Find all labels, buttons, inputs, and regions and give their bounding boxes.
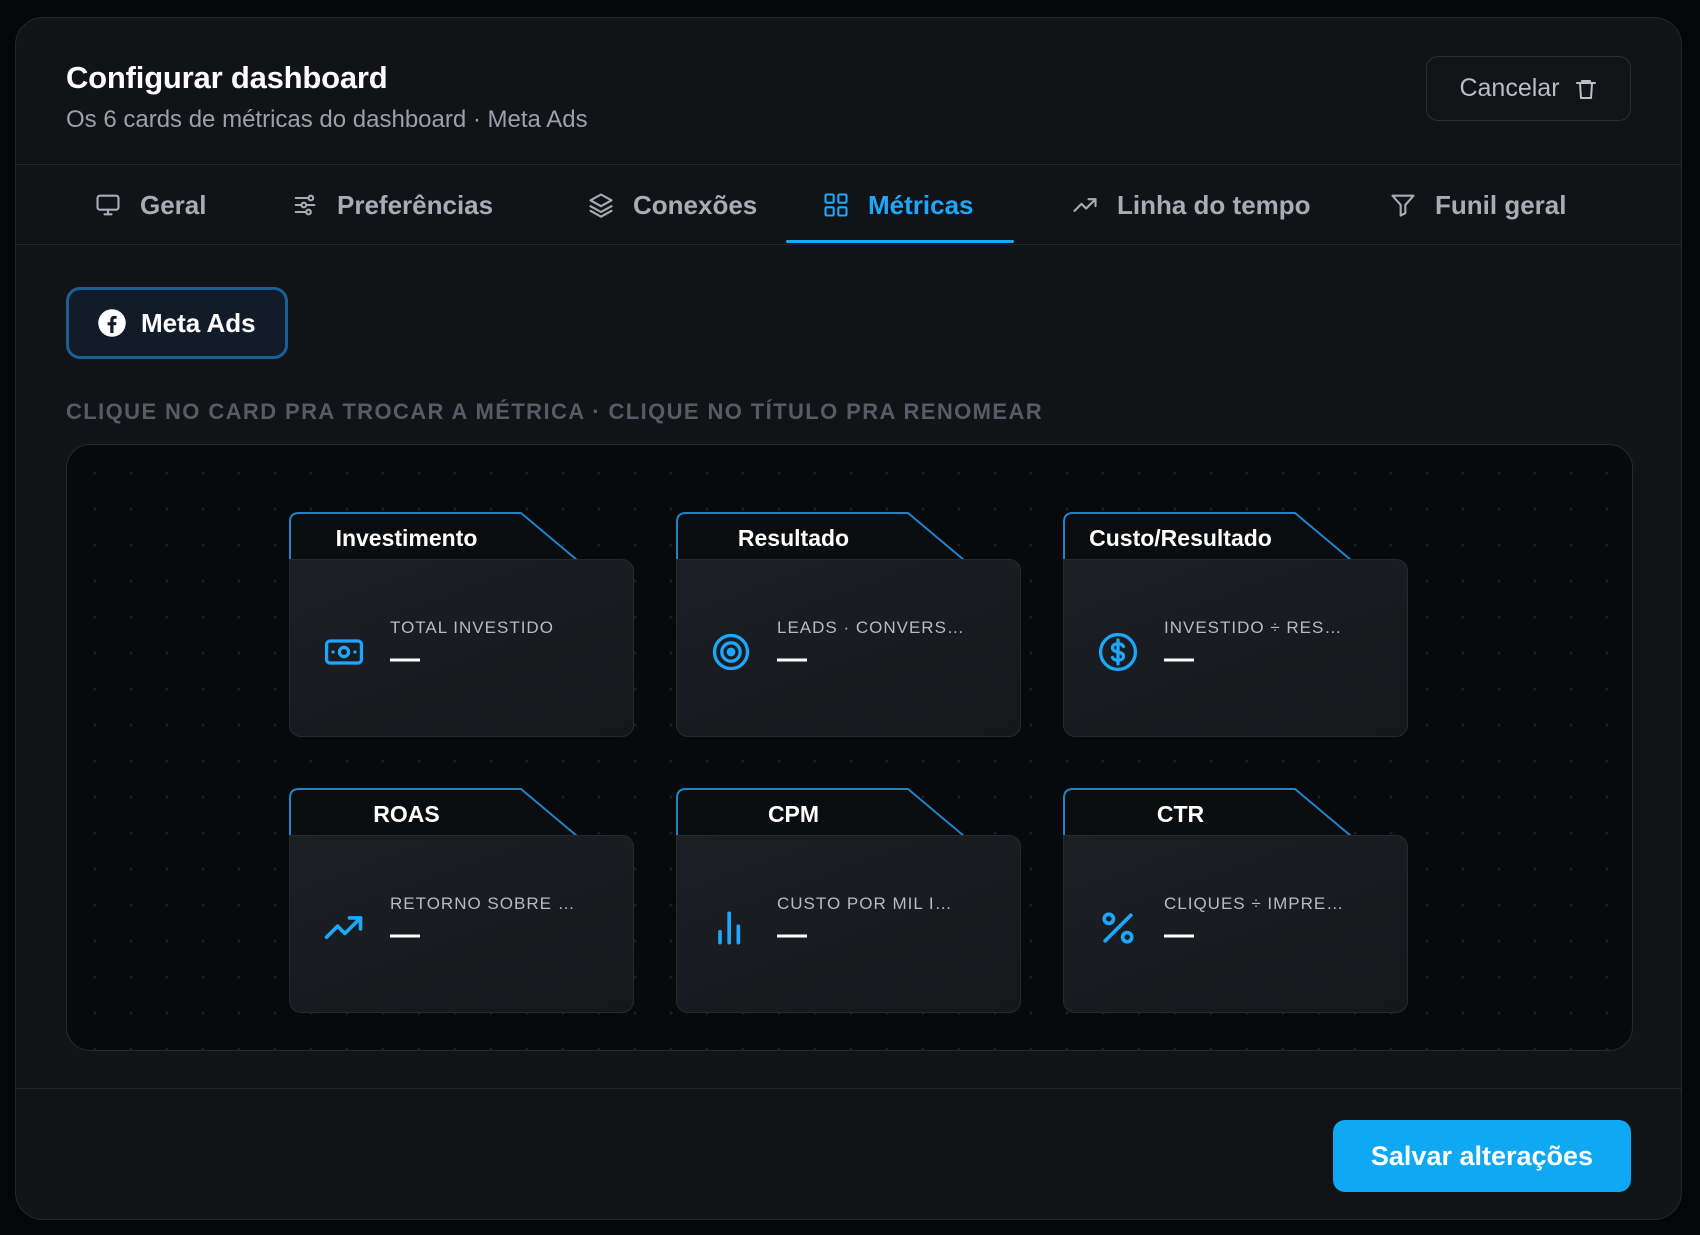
percent-icon bbox=[1096, 906, 1140, 950]
trending-up-icon bbox=[1073, 198, 1097, 212]
metric-label: CLIQUES ÷ IMPRE… bbox=[1164, 894, 1345, 913]
monitor-icon bbox=[96, 194, 120, 216]
card-body: TOTAL INVESTIDO — bbox=[289, 559, 634, 737]
card-title[interactable]: CTR bbox=[1063, 788, 1298, 836]
tab-label: Conexões bbox=[633, 189, 758, 220]
tab-preferencias[interactable]: Preferências bbox=[291, 165, 493, 245]
trash-icon bbox=[1575, 79, 1596, 99]
card-body: RETORNO SOBRE … — bbox=[289, 835, 634, 1013]
metric-card-ctr[interactable]: CTR CLIQUES ÷ IMPRE… — bbox=[1063, 788, 1408, 1013]
metric-value: — bbox=[1164, 918, 1194, 951]
money-icon bbox=[322, 630, 366, 674]
metric-value: — bbox=[390, 642, 420, 675]
tab-label: Geral bbox=[140, 189, 207, 220]
instruction-hint: CLIQUE NO CARD PRA TROCAR A MÉTRICA · CL… bbox=[66, 399, 1044, 424]
metric-value: — bbox=[777, 642, 807, 675]
metric-label: LEADS · CONVERS… bbox=[777, 618, 965, 637]
tab-label: Funil geral bbox=[1435, 189, 1567, 220]
card-title[interactable]: Investimento bbox=[289, 512, 524, 560]
cancel-button[interactable]: Cancelar bbox=[1426, 56, 1631, 121]
tab-label: Métricas bbox=[868, 189, 974, 220]
bar-chart-icon bbox=[709, 906, 753, 950]
card-title[interactable]: CPM bbox=[676, 788, 911, 836]
card-body: INVESTIDO ÷ RES… — bbox=[1063, 559, 1408, 737]
modal-title: Configurar dashboard bbox=[66, 60, 388, 95]
dollar-circle-icon bbox=[1096, 630, 1140, 674]
grid-icon bbox=[824, 193, 848, 217]
metric-card-custo-resultado[interactable]: Custo/Resultado INVESTIDO ÷ RES… — bbox=[1063, 512, 1408, 737]
metric-value: — bbox=[1164, 642, 1194, 675]
metrics-grid: Investimento TOTAL INVESTIDO — Resultado bbox=[66, 444, 1633, 1051]
metric-label: RETORNO SOBRE … bbox=[390, 894, 576, 913]
card-title[interactable]: ROAS bbox=[289, 788, 524, 836]
modal-header: Configurar dashboard Os 6 cards de métri… bbox=[16, 18, 1681, 165]
platform-label: Meta Ads bbox=[141, 307, 256, 338]
card-body: CUSTO POR MIL I… — bbox=[676, 835, 1021, 1013]
metric-label: CUSTO POR MIL I… bbox=[777, 894, 953, 913]
metric-label: INVESTIDO ÷ RES… bbox=[1164, 618, 1343, 637]
metric-card-investimento[interactable]: Investimento TOTAL INVESTIDO — bbox=[289, 512, 634, 737]
tab-metricas[interactable]: Métricas bbox=[822, 165, 974, 245]
tab-label: Preferências bbox=[337, 189, 494, 220]
target-icon bbox=[709, 630, 753, 674]
metric-card-cpm[interactable]: CPM CUSTO POR MIL I… — bbox=[676, 788, 1021, 1013]
metric-value: — bbox=[390, 918, 420, 951]
tab-conexoes[interactable]: Conexões bbox=[587, 165, 757, 245]
layers-icon bbox=[589, 193, 613, 218]
platform-meta-ads-button[interactable]: Meta Ads bbox=[66, 287, 288, 359]
configure-dashboard-modal: Configurar dashboard Os 6 cards de métri… bbox=[15, 17, 1682, 1220]
tab-label: Linha do tempo bbox=[1117, 189, 1311, 220]
trending-up-icon bbox=[322, 906, 366, 950]
card-title[interactable]: Resultado bbox=[676, 512, 911, 560]
save-changes-button[interactable]: Salvar alterações bbox=[1333, 1120, 1631, 1192]
metric-label: TOTAL INVESTIDO bbox=[390, 618, 554, 637]
tab-geral[interactable]: Geral bbox=[94, 165, 207, 245]
card-title[interactable]: Custo/Resultado bbox=[1063, 512, 1298, 560]
tab-linha-do-tempo[interactable]: Linha do tempo bbox=[1071, 165, 1311, 245]
active-tab-indicator bbox=[786, 240, 1014, 243]
modal-subtitle: Os 6 cards de métricas do dashboard · Me… bbox=[66, 106, 588, 133]
filter-icon bbox=[1391, 194, 1415, 217]
modal-footer: Salvar alterações bbox=[16, 1088, 1681, 1219]
metric-value: — bbox=[777, 918, 807, 951]
tab-bar: Geral Preferências Conexões Métricas Lin… bbox=[16, 165, 1681, 245]
tab-funil-geral[interactable]: Funil geral bbox=[1389, 165, 1566, 245]
card-body: LEADS · CONVERS… — bbox=[676, 559, 1021, 737]
metric-card-resultado[interactable]: Resultado LEADS · CONVERS… — bbox=[676, 512, 1021, 737]
cancel-label: Cancelar bbox=[1459, 74, 1560, 102]
card-body: CLIQUES ÷ IMPRE… — bbox=[1063, 835, 1408, 1013]
metric-card-roas[interactable]: ROAS RETORNO SOBRE … — bbox=[289, 788, 634, 1013]
sliders-icon bbox=[294, 194, 316, 216]
facebook-icon bbox=[98, 309, 126, 337]
